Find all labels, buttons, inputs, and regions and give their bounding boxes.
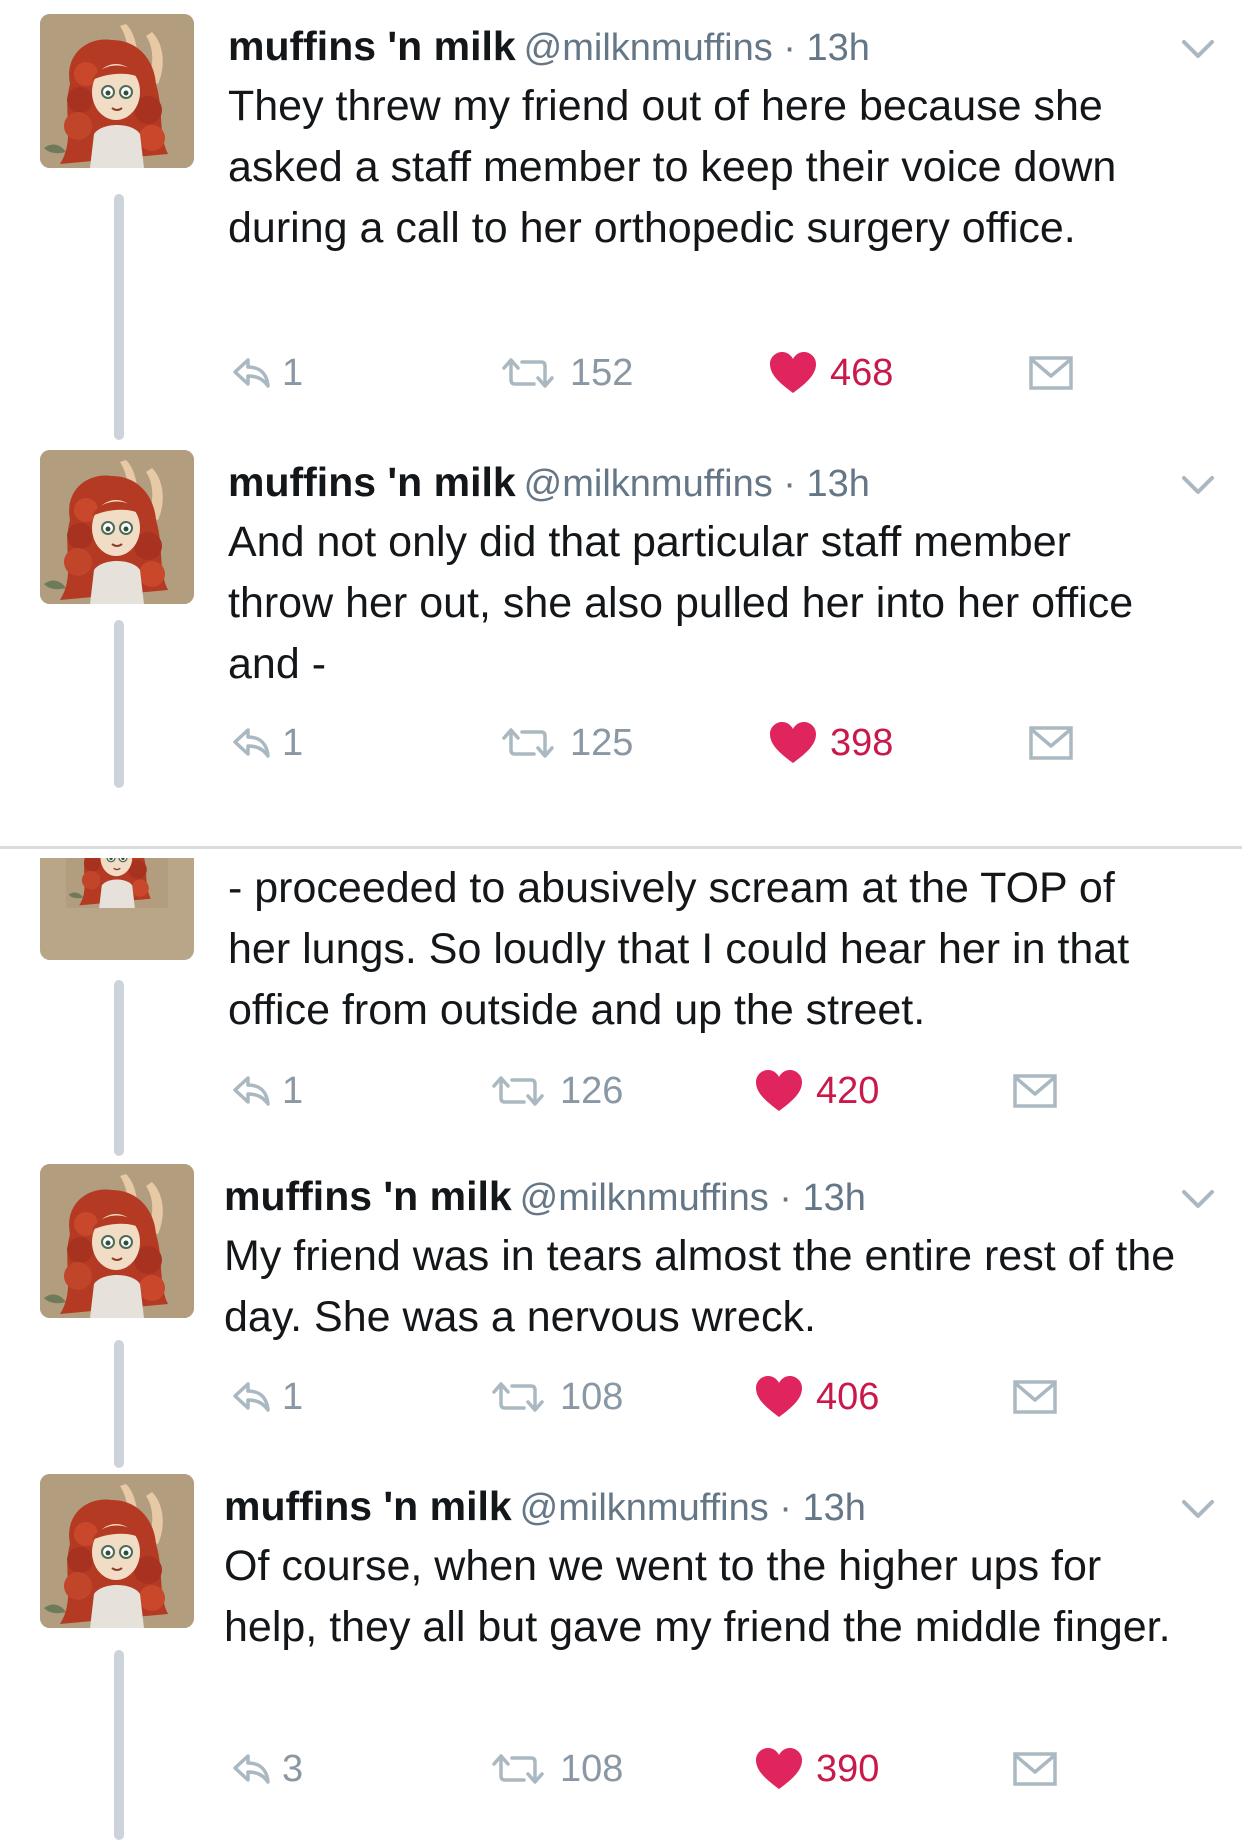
- retweet-button[interactable]: 108: [486, 1372, 623, 1422]
- retweet-count: 108: [560, 1747, 624, 1790]
- avatar[interactable]: [40, 1474, 194, 1628]
- handle-and-time[interactable]: @milknmuffins · 13h: [524, 463, 870, 505]
- direct-message-icon: [1012, 1073, 1058, 1109]
- direct-message-icon: [1012, 1379, 1058, 1415]
- reply-icon: [232, 356, 272, 390]
- tweet-actions: 1 152 468: [228, 348, 1128, 398]
- retweet-icon: [486, 1752, 550, 1786]
- display-name[interactable]: muffins 'n milk: [228, 459, 516, 505]
- reply-icon: [232, 1752, 272, 1786]
- retweet-icon: [496, 356, 560, 390]
- handle-and-time[interactable]: @milknmuffins · 13h: [520, 1487, 866, 1529]
- display-name[interactable]: muffins 'n milk: [224, 1483, 512, 1529]
- chevron-down-icon[interactable]: [1178, 472, 1218, 500]
- avatar[interactable]: [40, 858, 194, 960]
- thread-line: [114, 1650, 124, 1840]
- thread-line: [114, 194, 124, 440]
- tweet-text: They threw my friend out of here because…: [228, 82, 1117, 252]
- retweet-button[interactable]: 152: [496, 348, 633, 398]
- reply-button[interactable]: 3: [232, 1744, 303, 1794]
- heart-icon: [754, 1375, 804, 1419]
- reply-button[interactable]: 1: [232, 718, 303, 768]
- like-count: 390: [816, 1747, 880, 1790]
- tweet-4[interactable]: muffins 'n milk @milknmuffins · 13h My fr…: [0, 1164, 1242, 1470]
- reply-count: 1: [282, 721, 304, 764]
- reply-button[interactable]: 1: [232, 1372, 303, 1422]
- chevron-down-icon[interactable]: [1178, 36, 1218, 64]
- tweet-text: Of course, when we went to the higher up…: [224, 1542, 1171, 1651]
- display-name[interactable]: muffins 'n milk: [224, 1173, 512, 1219]
- reply-count: 1: [282, 351, 304, 394]
- retweet-icon: [486, 1074, 550, 1108]
- thread-line: [114, 620, 124, 788]
- tweet-header: muffins 'n milk @milknmuffins · 13h: [228, 458, 870, 508]
- thread-line: [114, 980, 124, 1156]
- retweet-count: 126: [560, 1069, 624, 1112]
- tweet-header: muffins 'n milk @milknmuffins · 13h: [228, 22, 870, 72]
- reply-icon: [232, 726, 272, 760]
- handle-and-time[interactable]: @milknmuffins · 13h: [520, 1177, 866, 1219]
- heart-icon: [768, 721, 818, 765]
- tweet-1[interactable]: muffins 'n milk @milknmuffins · 13h They …: [0, 14, 1242, 444]
- retweet-icon: [486, 1380, 550, 1414]
- like-button[interactable]: 390: [754, 1744, 879, 1794]
- heart-icon: [754, 1069, 804, 1113]
- direct-message-button[interactable]: [1012, 1066, 1058, 1116]
- direct-message-icon: [1028, 355, 1074, 391]
- chevron-down-icon[interactable]: [1178, 1496, 1218, 1524]
- reply-icon: [232, 1380, 272, 1414]
- reply-button[interactable]: 1: [232, 348, 303, 398]
- reply-count: 3: [282, 1747, 304, 1790]
- retweet-icon: [496, 726, 560, 760]
- reply-count: 1: [282, 1069, 304, 1112]
- retweet-count: 152: [570, 351, 634, 394]
- retweet-count: 108: [560, 1375, 624, 1418]
- tweet-3[interactable]: - proceeded to abusively scream at the T…: [0, 858, 1242, 1158]
- like-count: 468: [830, 351, 894, 394]
- tweet-5[interactable]: muffins 'n milk @milknmuffins · 13h Of co…: [0, 1474, 1242, 1840]
- tweet-2[interactable]: muffins 'n milk @milknmuffins · 13h And n…: [0, 450, 1242, 790]
- tweet-actions: 1 125 398: [228, 718, 1128, 768]
- direct-message-button[interactable]: [1012, 1372, 1058, 1422]
- chevron-down-icon[interactable]: [1178, 1186, 1218, 1214]
- like-count: 420: [816, 1069, 880, 1112]
- tweet-header: muffins 'n milk @milknmuffins · 13h: [224, 1172, 866, 1222]
- like-count: 406: [816, 1375, 880, 1418]
- tweet-text: - proceeded to abusively scream at the T…: [228, 864, 1130, 1034]
- reply-count: 1: [282, 1375, 304, 1418]
- like-button[interactable]: 420: [754, 1066, 879, 1116]
- heart-icon: [754, 1747, 804, 1791]
- avatar[interactable]: [40, 1164, 194, 1318]
- heart-icon: [768, 351, 818, 395]
- screenshot-separator: [0, 846, 1242, 849]
- tweet-text: My friend was in tears almost the entire…: [224, 1232, 1176, 1341]
- tweet-text: And not only did that particular staff m…: [228, 518, 1134, 688]
- direct-message-button[interactable]: [1028, 718, 1074, 768]
- direct-message-icon: [1012, 1751, 1058, 1787]
- retweet-button[interactable]: 125: [496, 718, 633, 768]
- tweet-header: muffins 'n milk @milknmuffins · 13h: [224, 1482, 866, 1532]
- retweet-button[interactable]: 126: [486, 1066, 623, 1116]
- tweet-actions: 1 126 420: [228, 1066, 1128, 1116]
- tweet-actions: 3 108 390: [228, 1744, 1128, 1794]
- handle-and-time[interactable]: @milknmuffins · 13h: [524, 27, 870, 69]
- like-button[interactable]: 406: [754, 1372, 879, 1422]
- direct-message-button[interactable]: [1012, 1744, 1058, 1794]
- avatar[interactable]: [40, 14, 194, 168]
- like-button[interactable]: 398: [768, 718, 893, 768]
- like-count: 398: [830, 721, 894, 764]
- reply-icon: [232, 1074, 272, 1108]
- direct-message-button[interactable]: [1028, 348, 1074, 398]
- retweet-count: 125: [570, 721, 634, 764]
- tweet-actions: 1 108 406: [228, 1372, 1128, 1422]
- retweet-button[interactable]: 108: [486, 1744, 623, 1794]
- like-button[interactable]: 468: [768, 348, 893, 398]
- thread-line: [114, 1340, 124, 1468]
- display-name[interactable]: muffins 'n milk: [228, 23, 516, 69]
- avatar[interactable]: [40, 450, 194, 604]
- direct-message-icon: [1028, 725, 1074, 761]
- reply-button[interactable]: 1: [232, 1066, 303, 1116]
